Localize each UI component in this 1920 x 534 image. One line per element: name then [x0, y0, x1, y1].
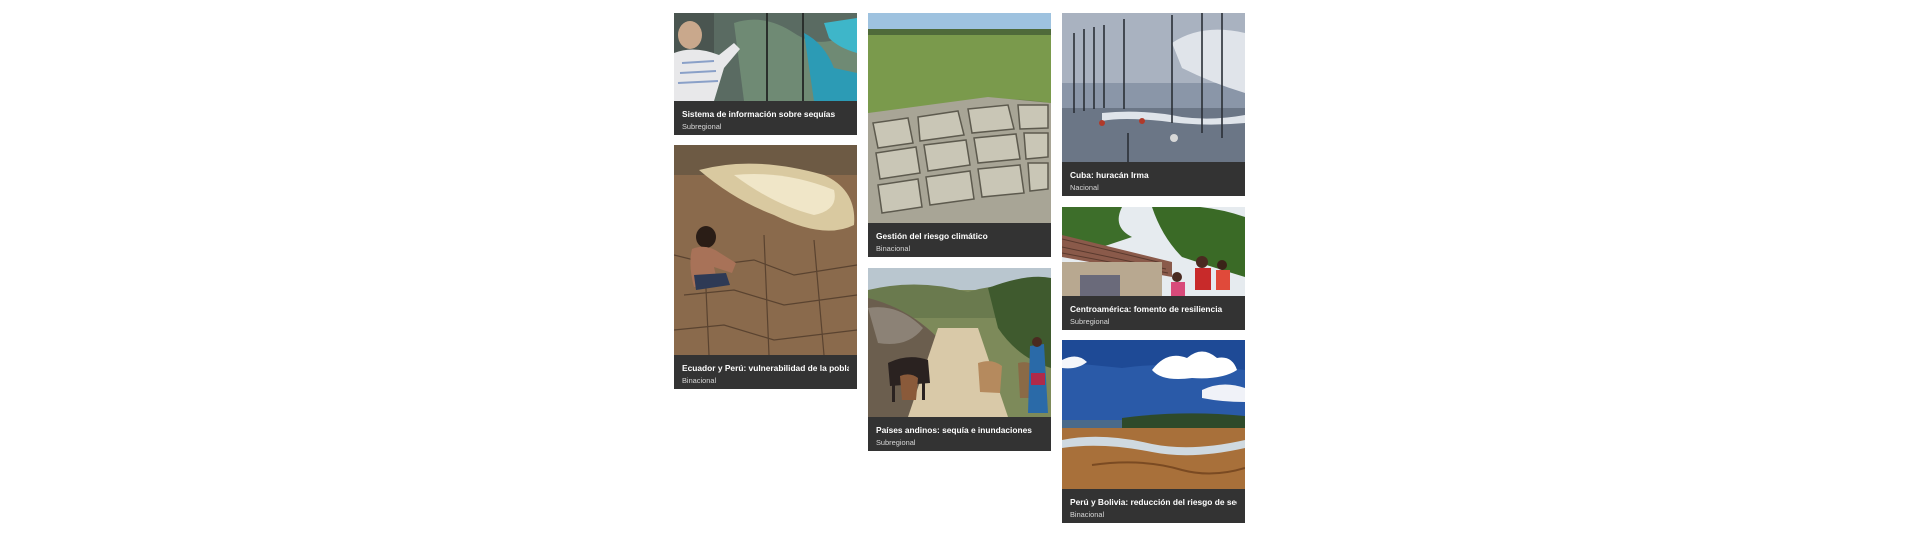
dried-lakebed-photo — [1062, 340, 1245, 489]
project-card-sistema-sequias[interactable]: Sistema de información sobre sequías Sub… — [674, 13, 857, 135]
card-title: Ecuador y Perú: vulnerabilidad de la pob… — [682, 363, 849, 373]
family-house-photo — [1062, 207, 1245, 296]
card-title: Sistema de información sobre sequías — [682, 109, 836, 119]
child-cracked-ground-photo — [674, 145, 857, 355]
project-card-ecuador-peru[interactable]: Ecuador y Perú: vulnerabilidad de la pob… — [674, 145, 857, 389]
card-title: Cuba: huracán Irma — [1070, 170, 1149, 180]
project-card-gestion-riesgo[interactable]: Gestión del riesgo climático Binacional — [868, 13, 1051, 257]
researcher-map-photo — [674, 13, 857, 101]
card-scope: Nacional — [1070, 183, 1099, 192]
cattle-road-photo — [868, 268, 1051, 417]
card-title: Centroamérica: fomento de resiliencia — [1070, 304, 1223, 314]
card-caption: Centroamérica: fomento de resiliencia Su… — [1062, 296, 1245, 330]
card-title: Perú y Bolivia: reducción del riesgo de … — [1070, 497, 1237, 507]
project-card-paises-andinos[interactable]: Países andinos: sequía e inundaciones Su… — [868, 268, 1051, 451]
card-scope: Subregional — [1070, 317, 1110, 326]
card-scope: Subregional — [876, 438, 916, 447]
card-caption: Ecuador y Perú: vulnerabilidad de la pob… — [674, 355, 857, 389]
card-caption: Perú y Bolivia: reducción del riesgo de … — [1062, 489, 1245, 523]
project-card-peru-bolivia[interactable]: Perú y Bolivia: reducción del riesgo de … — [1062, 340, 1245, 523]
card-scope: Binacional — [1070, 510, 1105, 519]
card-title: Países andinos: sequía e inundaciones — [876, 425, 1032, 435]
card-caption: Países andinos: sequía e inundaciones Su… — [868, 417, 1051, 451]
card-caption: Gestión del riesgo climático Binacional — [868, 223, 1051, 257]
project-card-centroamerica[interactable]: Centroamérica: fomento de resiliencia Su… — [1062, 207, 1245, 330]
card-caption: Cuba: huracán Irma Nacional — [1062, 162, 1245, 196]
card-scope: Binacional — [682, 376, 717, 385]
card-scope: Subregional — [682, 122, 722, 131]
cracked-earth-photo — [868, 13, 1051, 223]
card-caption: Sistema de información sobre sequías Sub… — [674, 101, 857, 135]
project-gallery: Sistema de información sobre sequías Sub… — [0, 0, 1920, 534]
flooded-seafront-photo — [1062, 13, 1245, 162]
project-card-cuba-irma[interactable]: Cuba: huracán Irma Nacional — [1062, 13, 1245, 196]
card-scope: Binacional — [876, 244, 911, 253]
card-title: Gestión del riesgo climático — [876, 231, 988, 241]
